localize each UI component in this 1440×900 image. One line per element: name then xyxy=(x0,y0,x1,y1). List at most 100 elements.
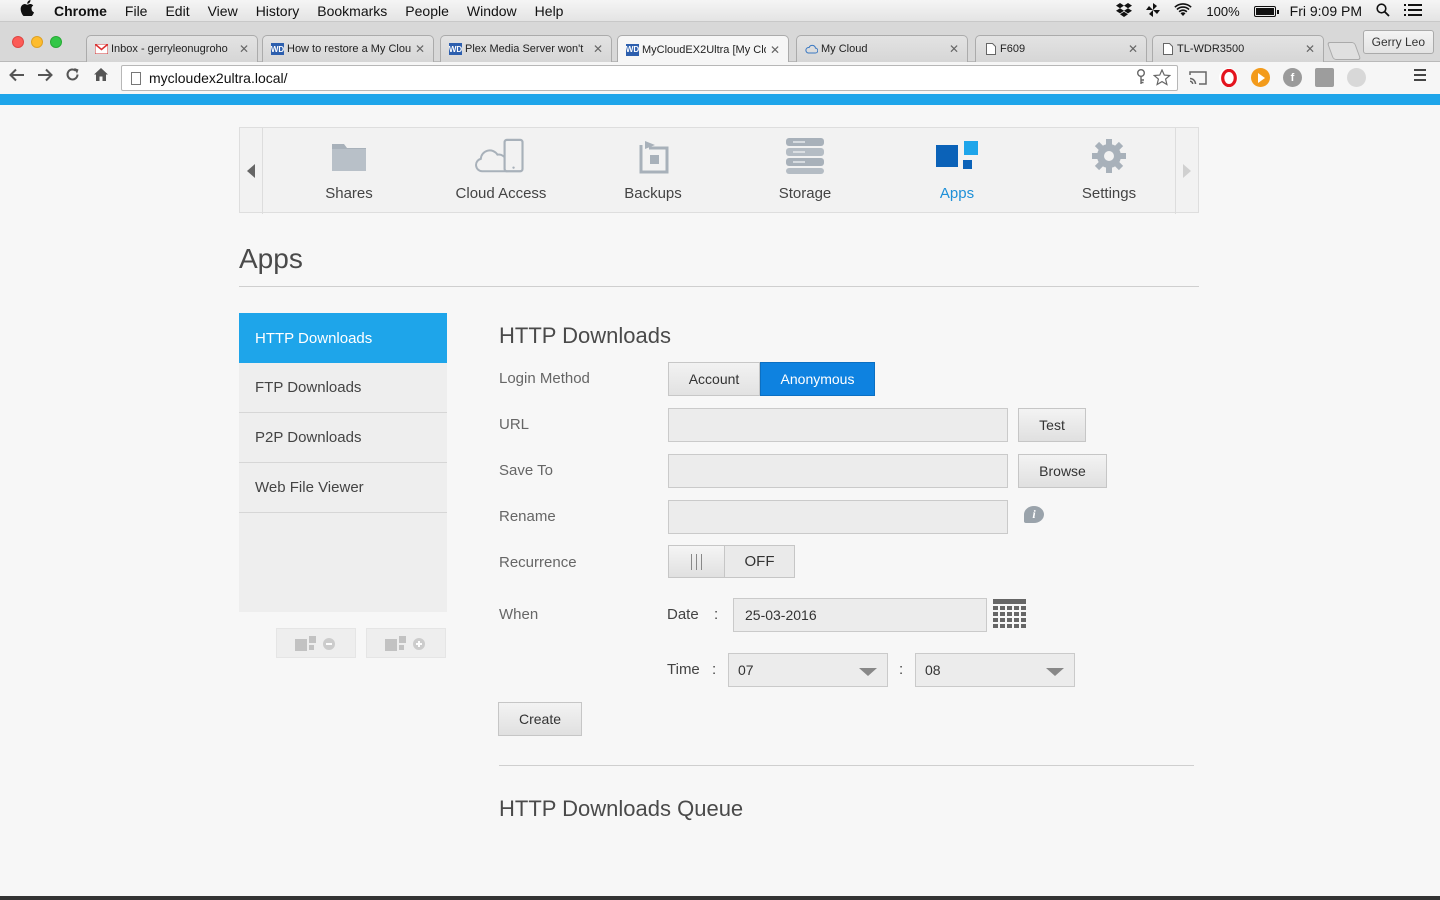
browse-button[interactable]: Browse xyxy=(1018,454,1107,488)
key-icon[interactable] xyxy=(1135,69,1147,90)
close-tab-icon[interactable]: ✕ xyxy=(1128,42,1138,56)
spotlight-search-icon[interactable] xyxy=(1376,2,1390,20)
time-separator: : xyxy=(899,661,904,678)
minute-select[interactable]: 08 xyxy=(915,653,1075,687)
extension-cloud-icon[interactable] xyxy=(1347,68,1366,87)
macos-menu-bar: Chrome File Edit View History Bookmarks … xyxy=(0,0,1440,22)
close-window-button[interactable] xyxy=(12,36,24,48)
reload-icon[interactable] xyxy=(65,67,80,87)
tab-my-cloud[interactable]: My Cloud ✕ xyxy=(796,35,968,62)
menu-people[interactable]: People xyxy=(405,3,449,19)
nav-item-apps[interactable]: Apps xyxy=(881,128,1033,214)
wd-logo-icon: WD xyxy=(625,43,640,56)
new-tab-button[interactable] xyxy=(1326,42,1362,60)
opera-icon[interactable] xyxy=(1219,68,1238,87)
create-button[interactable]: Create xyxy=(498,702,582,736)
nav-item-backups[interactable]: Backups xyxy=(577,128,729,214)
hour-select[interactable]: 07 xyxy=(728,653,888,687)
backup-icon xyxy=(627,136,679,176)
remove-app-button[interactable] xyxy=(276,628,356,658)
tab-f609[interactable]: F609 ✕ xyxy=(975,35,1147,62)
close-tab-icon[interactable]: ✕ xyxy=(1305,42,1315,56)
menu-window[interactable]: Window xyxy=(467,3,517,19)
save-to-input[interactable] xyxy=(668,454,1008,488)
menu-edit[interactable]: Edit xyxy=(165,3,189,19)
tab-how-to-restore[interactable]: WD How to restore a My Cloud ✕ xyxy=(262,35,434,62)
forward-arrow-icon[interactable] xyxy=(37,67,53,87)
menu-help[interactable]: Help xyxy=(535,3,564,19)
apple-menu-icon[interactable] xyxy=(20,0,38,21)
test-button[interactable]: Test xyxy=(1018,408,1086,442)
window-controls xyxy=(12,36,62,48)
tab-plex[interactable]: WD Plex Media Server won't ✕ xyxy=(440,35,612,62)
side-item-web-file-viewer[interactable]: Web File Viewer xyxy=(239,463,447,513)
calendar-icon[interactable] xyxy=(993,599,1026,630)
time-label: Time xyxy=(667,661,700,678)
info-icon[interactable]: i xyxy=(1024,506,1044,523)
remove-app-icon xyxy=(295,636,335,651)
side-item-http-downloads[interactable]: HTTP Downloads xyxy=(239,313,447,363)
url-label: URL xyxy=(499,416,530,433)
recurrence-state: OFF xyxy=(744,553,775,570)
tab-tl-wdr3500[interactable]: TL-WDR3500 ✕ xyxy=(1152,35,1324,62)
menu-bookmarks[interactable]: Bookmarks xyxy=(317,3,387,19)
recurrence-toggle[interactable]: OFF xyxy=(668,545,795,578)
extension-grid-icon[interactable] xyxy=(1315,68,1334,87)
chrome-menu-icon[interactable] xyxy=(1414,69,1426,84)
tab-gmail[interactable]: Inbox - gerryleonugroho ✕ xyxy=(86,35,258,62)
window-bottom-edge xyxy=(0,896,1440,900)
close-tab-icon[interactable]: ✕ xyxy=(949,42,959,56)
menu-view[interactable]: View xyxy=(208,3,238,19)
menu-chrome[interactable]: Chrome xyxy=(54,3,107,19)
page-icon xyxy=(131,71,141,85)
zoom-window-button[interactable] xyxy=(50,36,62,48)
clock[interactable]: Fri 9:09 PM xyxy=(1290,3,1362,19)
when-label: When xyxy=(499,606,539,623)
nav-item-settings[interactable]: Settings xyxy=(1033,128,1185,214)
gmail-icon xyxy=(95,43,108,55)
close-tab-icon[interactable]: ✕ xyxy=(593,42,603,56)
dropbox-icon[interactable] xyxy=(1116,2,1133,20)
tab-mycloudex2ultra[interactable]: WD MyCloudEX2Ultra [My Cloud ✕ xyxy=(617,35,789,63)
add-app-button[interactable] xyxy=(366,628,446,658)
login-account-option[interactable]: Account xyxy=(668,362,760,396)
cast-icon[interactable] xyxy=(1188,68,1207,87)
side-item-p2p-downloads[interactable]: P2P Downloads xyxy=(239,413,447,463)
login-anonymous-option[interactable]: Anonymous xyxy=(760,362,875,396)
nav-item-shares[interactable]: Shares xyxy=(273,128,425,214)
battery-percent: 100% xyxy=(1206,3,1240,19)
nav-scroll-left-button[interactable] xyxy=(240,128,263,214)
notification-center-icon[interactable] xyxy=(1404,3,1422,19)
wifi-icon[interactable] xyxy=(1174,3,1193,19)
nav-item-cloud-access[interactable]: Cloud Access xyxy=(425,128,577,214)
pinwheel-icon[interactable] xyxy=(1146,2,1161,20)
header-accent-bar xyxy=(0,94,1440,105)
date-input[interactable]: 25-03-2016 xyxy=(733,598,987,632)
nav-item-storage[interactable]: Storage xyxy=(729,128,881,214)
close-tab-icon[interactable]: ✕ xyxy=(770,43,780,57)
bookmark-star-icon[interactable] xyxy=(1152,68,1172,90)
play-extension-icon[interactable] xyxy=(1251,68,1270,87)
nav-scroll-right-button[interactable] xyxy=(1175,128,1198,214)
back-arrow-icon[interactable] xyxy=(9,67,25,87)
add-app-icon xyxy=(385,636,425,651)
extension-f-icon[interactable]: f xyxy=(1283,68,1302,87)
close-tab-icon[interactable]: ✕ xyxy=(415,42,425,56)
menu-file[interactable]: File xyxy=(125,3,148,19)
title-divider xyxy=(239,286,1199,287)
menu-history[interactable]: History xyxy=(256,3,300,19)
battery-icon[interactable] xyxy=(1253,5,1279,17)
apps-icon xyxy=(931,136,983,176)
side-item-ftp-downloads[interactable]: FTP Downloads xyxy=(239,363,447,413)
address-bar[interactable]: mycloudex2ultra.local/ xyxy=(121,65,1178,91)
close-tab-icon[interactable]: ✕ xyxy=(239,42,249,56)
rename-input[interactable] xyxy=(668,500,1008,534)
url-input[interactable] xyxy=(668,408,1008,442)
cloud-icon xyxy=(805,43,818,55)
page-icon xyxy=(1161,43,1174,55)
home-icon[interactable] xyxy=(93,67,109,87)
wd-logo-icon: WD xyxy=(270,43,285,55)
address-text[interactable]: mycloudex2ultra.local/ xyxy=(149,70,288,86)
minimize-window-button[interactable] xyxy=(31,36,43,48)
profile-button[interactable]: Gerry Leo xyxy=(1362,30,1434,54)
